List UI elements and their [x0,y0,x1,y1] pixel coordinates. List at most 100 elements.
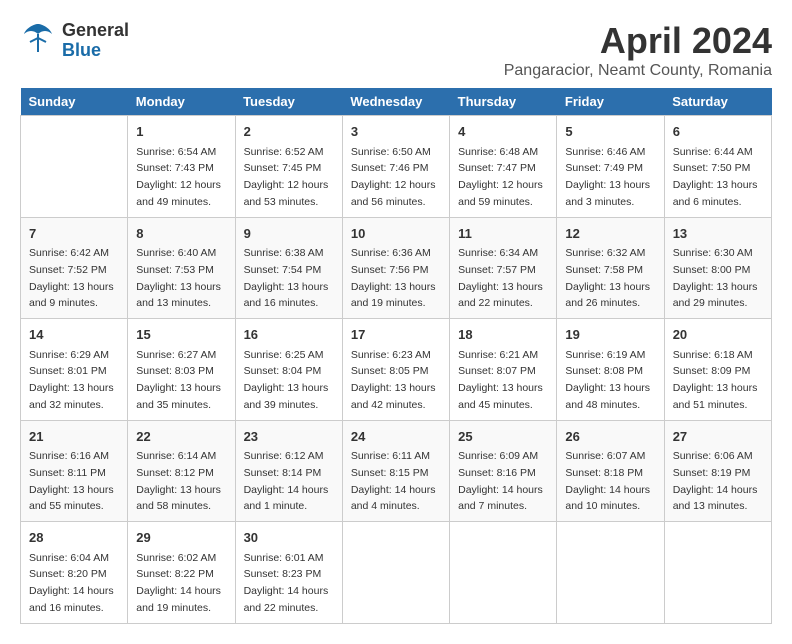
calendar-cell: 7Sunrise: 6:42 AM Sunset: 7:52 PM Daylig… [21,217,128,319]
calendar-cell: 8 Sunrise: 6:40 AM Sunset: 7:53 PM Daylig… [128,217,235,319]
day-info: Sunrise: 6:16 AM Sunset: 8:11 PM Dayligh… [29,450,114,512]
day-info: Sunrise: 6:46 AM Sunset: 7:49 PM Dayligh… [565,146,650,208]
logo-text: General Blue [62,21,129,61]
calendar-cell [557,522,664,624]
day-info: Sunrise: 6:21 AM Sunset: 8:07 PM Dayligh… [458,349,543,411]
header-day-thursday: Thursday [450,88,557,116]
calendar-cell: 13 Sunrise: 6:30 AM Sunset: 8:00 PM Dayli… [664,217,771,319]
header-day-tuesday: Tuesday [235,88,342,116]
day-number: 29 [136,528,226,548]
week-row-2: 7Sunrise: 6:42 AM Sunset: 7:52 PM Daylig… [21,217,772,319]
week-row-3: 14 Sunrise: 6:29 AM Sunset: 8:01 PM Dayli… [21,319,772,421]
day-number: 4 [458,122,548,142]
calendar-cell: 16Sunrise: 6:25 AM Sunset: 8:04 PM Dayli… [235,319,342,421]
calendar-table: SundayMondayTuesdayWednesdayThursdayFrid… [20,88,772,624]
day-number: 28 [29,528,119,548]
calendar-cell: 3Sunrise: 6:50 AM Sunset: 7:46 PM Daylig… [342,116,449,218]
calendar-cell: 5 Sunrise: 6:46 AM Sunset: 7:49 PM Daylig… [557,116,664,218]
day-info: Sunrise: 6:12 AM Sunset: 8:14 PM Dayligh… [244,450,329,512]
day-info: Sunrise: 6:40 AM Sunset: 7:53 PM Dayligh… [136,247,221,309]
day-number: 5 [565,122,655,142]
day-info: Sunrise: 6:01 AM Sunset: 8:23 PM Dayligh… [244,552,329,614]
calendar-cell [664,522,771,624]
day-number: 1 [136,122,226,142]
header-day-monday: Monday [128,88,235,116]
week-row-5: 28 Sunrise: 6:04 AM Sunset: 8:20 PM Dayli… [21,522,772,624]
day-info: Sunrise: 6:04 AM Sunset: 8:20 PM Dayligh… [29,552,114,614]
logo-bird-svg [20,20,56,56]
calendar-cell [21,116,128,218]
day-info: Sunrise: 6:34 AM Sunset: 7:57 PM Dayligh… [458,247,543,309]
day-number: 11 [458,224,548,244]
day-number: 6 [673,122,763,142]
calendar-cell: 27 Sunrise: 6:06 AM Sunset: 8:19 PM Dayli… [664,420,771,522]
calendar-cell: 25Sunrise: 6:09 AM Sunset: 8:16 PM Dayli… [450,420,557,522]
calendar-header: SundayMondayTuesdayWednesdayThursdayFrid… [21,88,772,116]
calendar-cell: 26 Sunrise: 6:07 AM Sunset: 8:18 PM Dayli… [557,420,664,522]
day-number: 27 [673,427,763,447]
day-number: 17 [351,325,441,345]
day-info: Sunrise: 6:06 AM Sunset: 8:19 PM Dayligh… [673,450,758,512]
calendar-cell: 18 Sunrise: 6:21 AM Sunset: 8:07 PM Dayli… [450,319,557,421]
day-number: 10 [351,224,441,244]
calendar-cell: 10 Sunrise: 6:36 AM Sunset: 7:56 PM Dayli… [342,217,449,319]
header-day-wednesday: Wednesday [342,88,449,116]
day-number: 22 [136,427,226,447]
calendar-cell: 6 Sunrise: 6:44 AM Sunset: 7:50 PM Daylig… [664,116,771,218]
calendar-cell: 2Sunrise: 6:52 AM Sunset: 7:45 PM Daylig… [235,116,342,218]
calendar-cell: 19Sunrise: 6:19 AM Sunset: 8:08 PM Dayli… [557,319,664,421]
day-number: 12 [565,224,655,244]
day-info: Sunrise: 6:32 AM Sunset: 7:58 PM Dayligh… [565,247,650,309]
logo: General Blue [20,20,129,61]
day-number: 18 [458,325,548,345]
day-number: 19 [565,325,655,345]
header-day-saturday: Saturday [664,88,771,116]
calendar-cell: 23 Sunrise: 6:12 AM Sunset: 8:14 PM Dayli… [235,420,342,522]
main-title: April 2024 [504,20,772,62]
day-info: Sunrise: 6:23 AM Sunset: 8:05 PM Dayligh… [351,349,436,411]
day-info: Sunrise: 6:18 AM Sunset: 8:09 PM Dayligh… [673,349,758,411]
day-number: 24 [351,427,441,447]
day-number: 8 [136,224,226,244]
page-header: General Blue April 2024 Pangaracior, Nea… [20,20,772,80]
logo-general: General [62,20,129,40]
day-number: 21 [29,427,119,447]
calendar-cell [450,522,557,624]
day-number: 30 [244,528,334,548]
day-info: Sunrise: 6:42 AM Sunset: 7:52 PM Dayligh… [29,247,114,309]
logo-blue: Blue [62,40,101,60]
day-info: Sunrise: 6:02 AM Sunset: 8:22 PM Dayligh… [136,552,221,614]
day-info: Sunrise: 6:07 AM Sunset: 8:18 PM Dayligh… [565,450,650,512]
day-info: Sunrise: 6:54 AM Sunset: 7:43 PM Dayligh… [136,146,221,208]
day-info: Sunrise: 6:48 AM Sunset: 7:47 PM Dayligh… [458,146,543,208]
calendar-cell: 22Sunrise: 6:14 AM Sunset: 8:12 PM Dayli… [128,420,235,522]
calendar-cell: 29 Sunrise: 6:02 AM Sunset: 8:22 PM Dayli… [128,522,235,624]
calendar-cell: 1 Sunrise: 6:54 AM Sunset: 7:43 PM Daylig… [128,116,235,218]
subtitle: Pangaracior, Neamt County, Romania [504,62,772,80]
calendar-cell [342,522,449,624]
calendar-cell: 4 Sunrise: 6:48 AM Sunset: 7:47 PM Daylig… [450,116,557,218]
day-number: 14 [29,325,119,345]
week-row-1: 1 Sunrise: 6:54 AM Sunset: 7:43 PM Daylig… [21,116,772,218]
calendar-body: 1 Sunrise: 6:54 AM Sunset: 7:43 PM Daylig… [21,116,772,624]
day-info: Sunrise: 6:30 AM Sunset: 8:00 PM Dayligh… [673,247,758,309]
day-number: 9 [244,224,334,244]
day-info: Sunrise: 6:52 AM Sunset: 7:45 PM Dayligh… [244,146,329,208]
day-number: 20 [673,325,763,345]
day-number: 15 [136,325,226,345]
day-info: Sunrise: 6:36 AM Sunset: 7:56 PM Dayligh… [351,247,436,309]
day-info: Sunrise: 6:27 AM Sunset: 8:03 PM Dayligh… [136,349,221,411]
day-number: 26 [565,427,655,447]
week-row-4: 21 Sunrise: 6:16 AM Sunset: 8:11 PM Dayli… [21,420,772,522]
day-info: Sunrise: 6:11 AM Sunset: 8:15 PM Dayligh… [351,450,436,512]
day-number: 13 [673,224,763,244]
calendar-cell: 11 Sunrise: 6:34 AM Sunset: 7:57 PM Dayli… [450,217,557,319]
calendar-cell: 24 Sunrise: 6:11 AM Sunset: 8:15 PM Dayli… [342,420,449,522]
day-number: 23 [244,427,334,447]
day-info: Sunrise: 6:50 AM Sunset: 7:46 PM Dayligh… [351,146,436,208]
day-info: Sunrise: 6:44 AM Sunset: 7:50 PM Dayligh… [673,146,758,208]
calendar-cell: 12 Sunrise: 6:32 AM Sunset: 7:58 PM Dayli… [557,217,664,319]
day-info: Sunrise: 6:25 AM Sunset: 8:04 PM Dayligh… [244,349,329,411]
calendar-cell: 15 Sunrise: 6:27 AM Sunset: 8:03 PM Dayli… [128,319,235,421]
day-info: Sunrise: 6:29 AM Sunset: 8:01 PM Dayligh… [29,349,114,411]
